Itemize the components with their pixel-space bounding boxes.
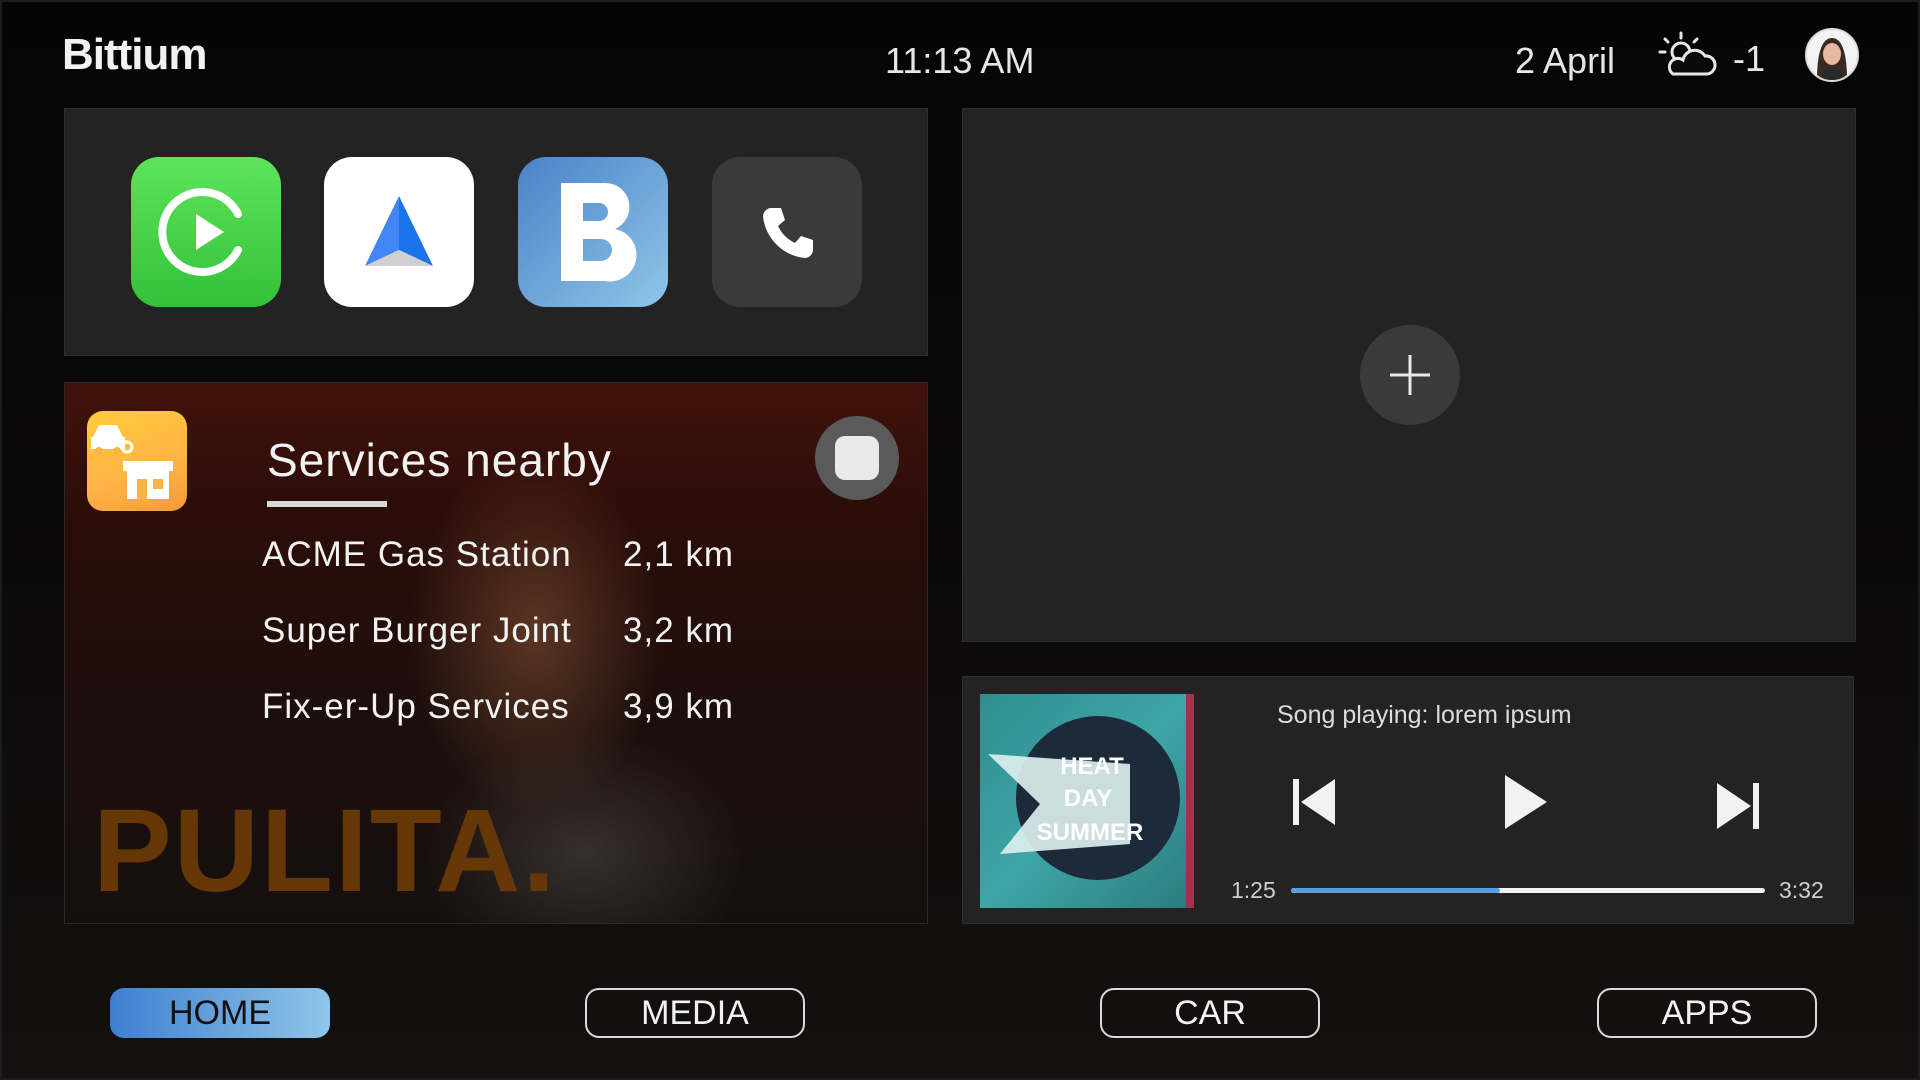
play-button[interactable] — [1503, 773, 1549, 836]
progress-bar[interactable] — [1291, 888, 1765, 893]
brand-logo: Bittium — [62, 30, 208, 79]
service-distance: 3,9 km — [623, 687, 735, 726]
album-spine — [1186, 694, 1194, 908]
services-nearby-card: PULITA. Services nearby ACME Gas Station… — [64, 382, 928, 924]
service-distance: 2,1 km — [623, 535, 735, 574]
phone-icon — [763, 208, 813, 258]
carplay-app-button[interactable] — [131, 157, 281, 307]
progress-fill — [1291, 888, 1500, 893]
pulita-watermark: PULITA. — [93, 785, 558, 917]
date: 2 April — [1515, 40, 1616, 81]
nav-home-button[interactable]: HOME — [110, 988, 330, 1038]
android-auto-icon — [365, 196, 433, 266]
services-title: Services nearby — [267, 434, 612, 486]
clock: 11:13 AM — [885, 40, 1035, 81]
add-widget-button[interactable] — [1360, 325, 1460, 425]
b-app-icon — [561, 182, 637, 282]
stop-button[interactable] — [815, 416, 899, 500]
previous-track-button[interactable] — [1291, 777, 1337, 832]
skip-previous-icon — [1293, 779, 1335, 825]
service-name[interactable]: Fix-er-Up Services — [262, 687, 570, 727]
widget-slot-card — [962, 108, 1856, 642]
service-distance: 3,2 km — [623, 611, 735, 650]
album-title-line: SUMMER — [1037, 819, 1144, 846]
services-app-icon[interactable] — [87, 411, 187, 511]
service-name[interactable]: Super Burger Joint — [262, 611, 572, 651]
nav-car-button[interactable]: CAR — [1100, 988, 1320, 1038]
plus-icon — [1390, 355, 1430, 395]
title-underline — [267, 501, 387, 507]
elapsed-time: 1:25 — [1231, 877, 1276, 903]
user-avatar[interactable] — [1805, 28, 1859, 82]
car-store-icon — [91, 425, 173, 499]
nav-media-button[interactable]: MEDIA — [585, 988, 805, 1038]
temperature: -1 — [1733, 38, 1766, 79]
play-icon — [1505, 775, 1547, 829]
phone-app-button[interactable] — [712, 157, 862, 307]
partly-cloudy-sun-icon — [1655, 30, 1721, 82]
skip-next-icon — [1717, 783, 1759, 829]
media-player-card: HEAT DAY SUMMER Song playing: lorem ipsu… — [962, 676, 1854, 924]
carplay-icon — [158, 188, 242, 276]
nav-apps-button[interactable]: APPS — [1597, 988, 1817, 1038]
stop-icon — [835, 436, 879, 480]
app-shortcuts-card — [64, 108, 928, 356]
duration-time: 3:32 — [1779, 877, 1824, 903]
android-auto-app-button[interactable] — [324, 157, 474, 307]
service-name[interactable]: ACME Gas Station — [262, 535, 572, 575]
b-app-button[interactable] — [518, 157, 668, 307]
song-label: Song playing: lorem ipsum — [1277, 701, 1572, 729]
album-title-line: HEAT — [1060, 753, 1124, 780]
next-track-button[interactable] — [1715, 781, 1761, 836]
album-art: HEAT DAY SUMMER — [980, 694, 1194, 908]
album-title-line: DAY — [1064, 785, 1112, 812]
